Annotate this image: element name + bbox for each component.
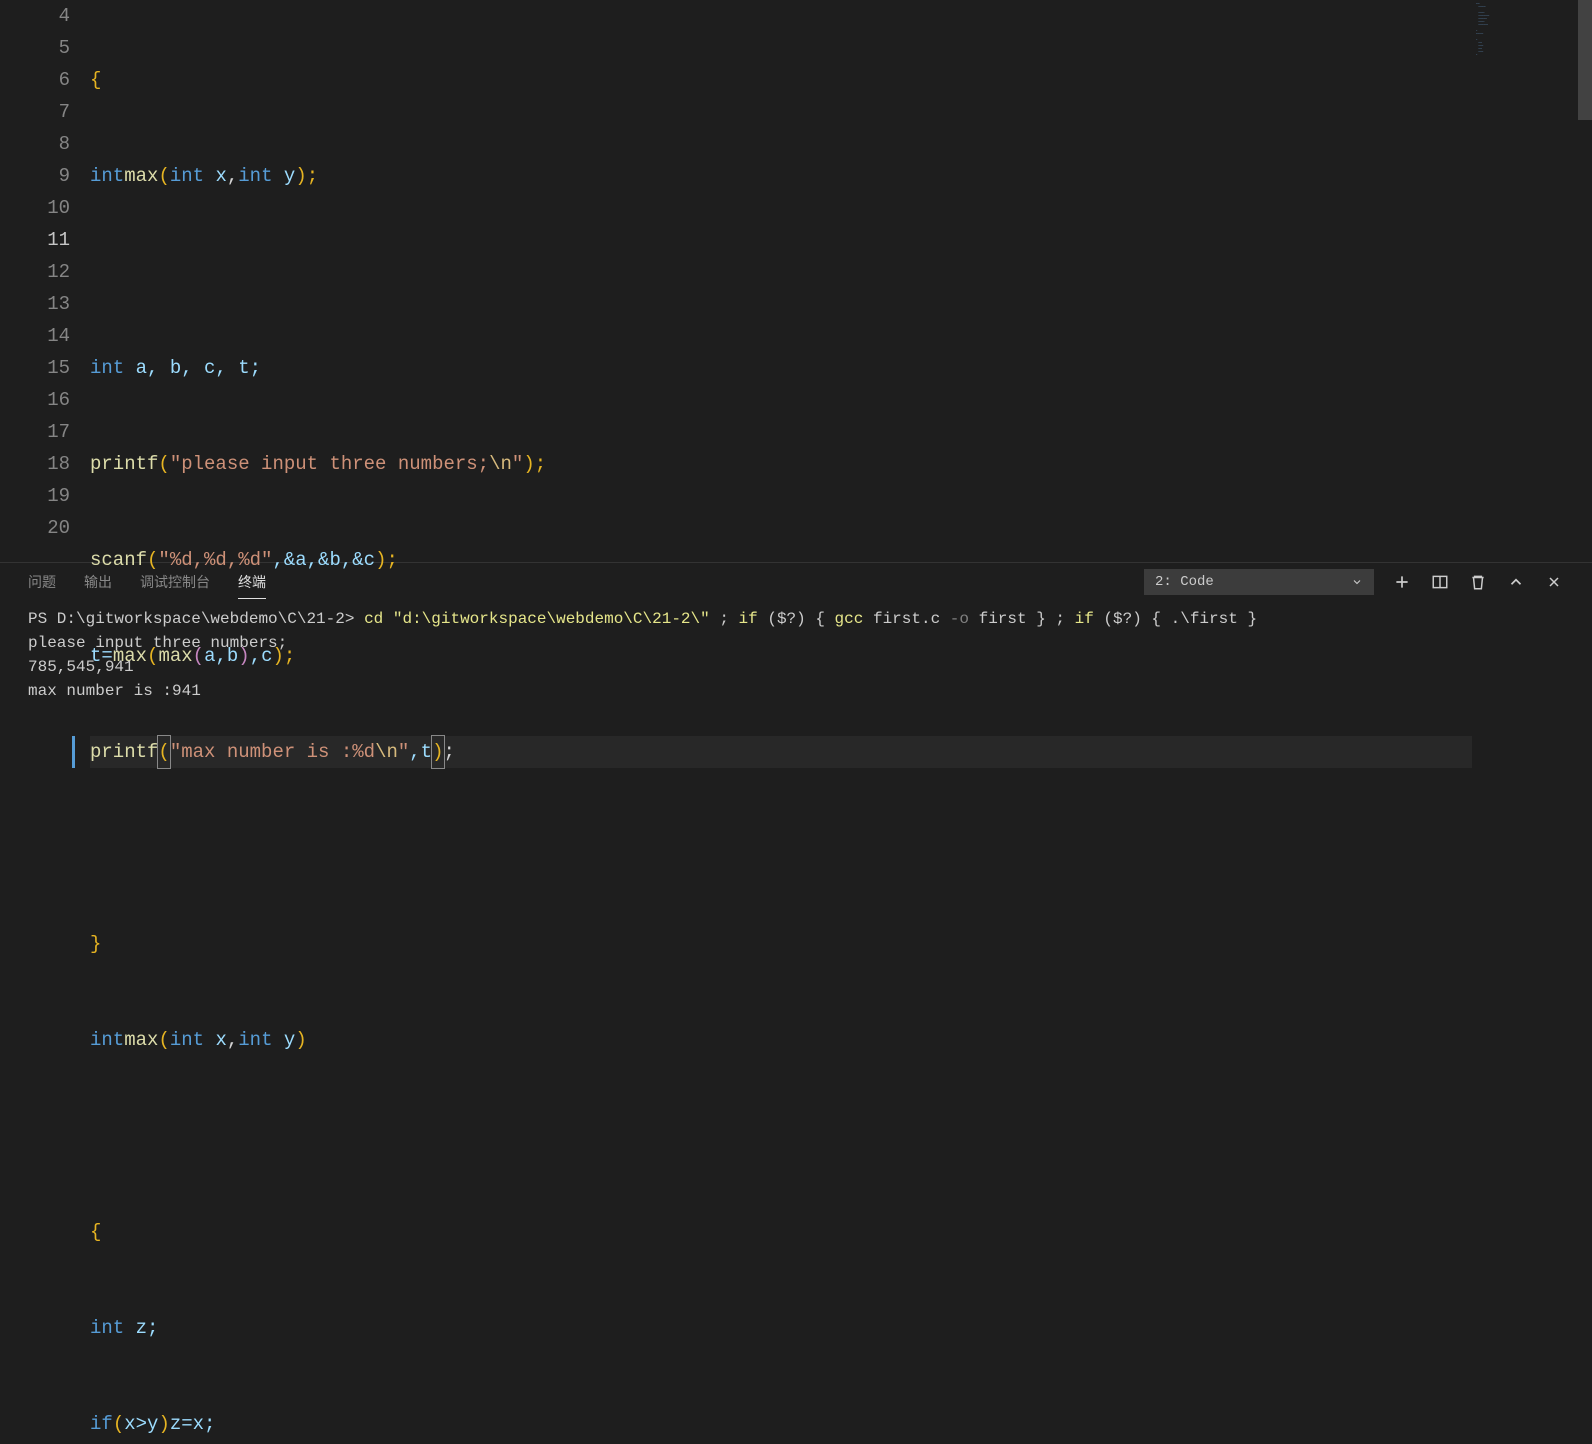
code-line[interactable]	[90, 256, 1472, 288]
line-number: 6	[0, 64, 70, 96]
minimap-viewport[interactable]	[1578, 0, 1592, 120]
close-panel-button[interactable]	[1544, 572, 1564, 592]
line-number: 17	[0, 416, 70, 448]
line-number: 10	[0, 192, 70, 224]
maximize-panel-button[interactable]	[1506, 572, 1526, 592]
line-number: 20	[0, 512, 70, 544]
minimap-content: ▬▬▬ ▬▬▬▬▬▬ ▬▬▬▬▬ ▬▬▬▬▬▬▬▬▬ ▬▬▬▬▬▬▬ ▬▬▬▬▬…	[1476, 2, 1576, 56]
line-number-current: 11	[0, 224, 70, 256]
code-line[interactable]	[90, 832, 1472, 864]
line-number: 18	[0, 448, 70, 480]
bracket-match-close: )	[431, 735, 444, 769]
line-number: 14	[0, 320, 70, 352]
line-number: 13	[0, 288, 70, 320]
minimap[interactable]: ▬▬▬ ▬▬▬▬▬▬ ▬▬▬▬▬ ▬▬▬▬▬▬▬▬▬ ▬▬▬▬▬▬▬ ▬▬▬▬▬…	[1472, 0, 1592, 562]
line-number: 7	[0, 96, 70, 128]
tab-problems[interactable]: 问题	[28, 566, 56, 598]
code-line[interactable]: }	[90, 928, 1472, 960]
line-number-gutter: 4 5 6 7 8 9 10 11 12 13 14 15 16 17 18 1…	[0, 0, 90, 562]
code-line[interactable]: int z;	[90, 1312, 1472, 1344]
code-line-current[interactable]: printf("max number is :%d\n",t);	[90, 736, 1472, 768]
line-number: 15	[0, 352, 70, 384]
code-line[interactable]: int max(int x,int y);	[90, 160, 1472, 192]
line-number: 8	[0, 128, 70, 160]
bracket-match-open: (	[157, 735, 170, 769]
line-number: 16	[0, 384, 70, 416]
code-editor[interactable]: { int max(int x,int y); int a, b, c, t; …	[90, 0, 1472, 562]
code-line[interactable]: if(x>y)z=x;	[90, 1408, 1472, 1440]
code-line[interactable]: {	[90, 1216, 1472, 1248]
line-number: 12	[0, 256, 70, 288]
code-line[interactable]: int a, b, c, t;	[90, 352, 1472, 384]
line-number: 5	[0, 32, 70, 64]
code-line[interactable]: t=max(max(a,b),c);	[90, 640, 1472, 672]
line-number: 4	[0, 0, 70, 32]
editor-area: 4 5 6 7 8 9 10 11 12 13 14 15 16 17 18 1…	[0, 0, 1592, 562]
code-line[interactable]: printf("please input three numbers;\n");	[90, 448, 1472, 480]
code-line[interactable]: {	[90, 64, 1472, 96]
code-line[interactable]: int max(int x,int y)	[90, 1024, 1472, 1056]
line-number: 19	[0, 480, 70, 512]
code-line[interactable]: scanf("%d,%d,%d",&a,&b,&c);	[90, 544, 1472, 576]
line-number: 9	[0, 160, 70, 192]
code-line[interactable]	[90, 1120, 1472, 1152]
